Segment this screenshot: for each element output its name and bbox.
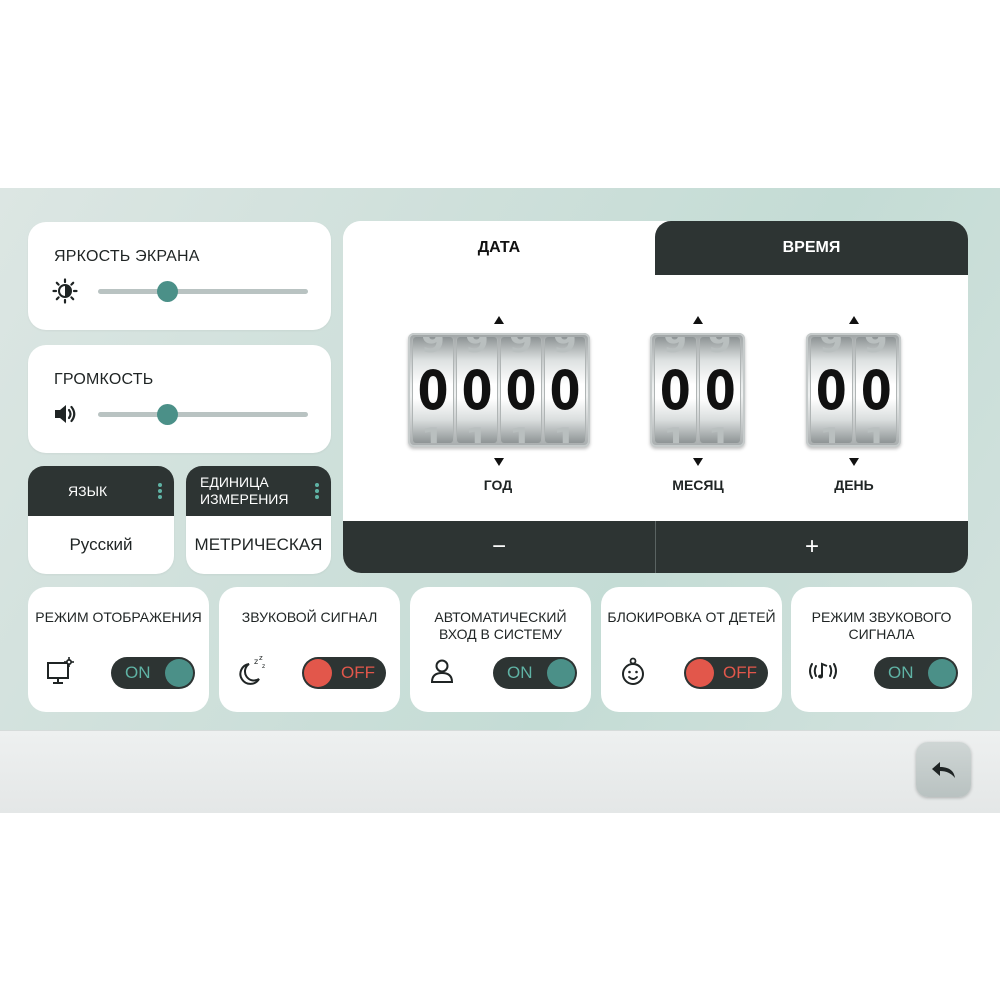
brightness-label: ЯРКОСТЬ ЭКРАНА <box>54 248 200 265</box>
units-selector[interactable]: ЕДИНИЦА ИЗМЕРЕНИЯ МЕТРИЧЕСКАЯ <box>186 466 331 574</box>
toggle-state: ON <box>507 663 533 682</box>
toggle-card-sound-signal-mode: РЕЖИМ ЗВУКОВОГО СИГНАЛА ON <box>791 587 972 712</box>
toggle-title: БЛОКИРОВКА ОТ ДЕТЕЙ <box>607 609 776 625</box>
kebab-menu-icon[interactable] <box>315 483 319 501</box>
language-value: Русский <box>69 535 133 554</box>
toggle-title: РЕЖИМ ОТОБРАЖЕНИЯ <box>35 609 202 625</box>
month-label: МЕСЯЦ <box>672 477 724 493</box>
speaker-icon <box>55 405 76 423</box>
toggle-card-sound-signal: ЗВУКОВОЙ СИГНАЛ z z z OFF <box>219 587 400 712</box>
svg-text:z: z <box>262 663 265 670</box>
month-down-arrow[interactable] <box>693 458 703 466</box>
toggle-knob <box>686 659 714 687</box>
plus-button[interactable]: + <box>656 521 968 573</box>
year-roller[interactable]: 901 901 901 901 <box>408 333 590 447</box>
volume-slider-thumb[interactable] <box>157 404 179 425</box>
toggle-card-display-mode: РЕЖИМ ОТОБРАЖЕНИЯ ON <box>28 587 209 712</box>
units-header: ЕДИНИЦА ИЗМЕРЕНИЯ <box>186 466 331 516</box>
year-digit-3: 901 <box>500 337 542 443</box>
tab-time[interactable]: ВРЕМЯ <box>655 221 968 275</box>
tab-date[interactable]: ДАТА <box>343 221 655 275</box>
brightness-slider[interactable] <box>98 281 308 302</box>
toggle-title: ЗВУКОВОЙ СИГНАЛ <box>241 609 378 625</box>
toggle-knob <box>304 659 332 687</box>
bottom-bar <box>0 730 1000 813</box>
moon-sleep-icon: z z z <box>239 655 265 685</box>
brightness-card: ЯРКОСТЬ ЭКРАНА <box>28 222 331 330</box>
day-digit-1: 901 <box>810 337 853 443</box>
month-digit-2: 901 <box>698 337 741 443</box>
back-button[interactable] <box>916 742 971 797</box>
toggle-state: OFF <box>723 663 757 682</box>
day-down-arrow[interactable] <box>849 458 859 466</box>
display-mode-toggle[interactable]: ON <box>111 657 195 689</box>
units-value: МЕТРИЧЕСКАЯ <box>194 535 323 554</box>
volume-slider[interactable] <box>98 404 308 425</box>
toggle-state: ON <box>888 663 914 682</box>
undo-arrow-icon <box>931 761 955 778</box>
language-label: ЯЗЫК <box>68 482 108 499</box>
toggle-state: ON <box>125 663 151 682</box>
year-digit-1: 901 <box>412 337 454 443</box>
svg-text:z: z <box>259 655 263 662</box>
language-header: ЯЗЫК <box>28 466 174 516</box>
toggle-card-child-lock: БЛОКИРОВКА ОТ ДЕТЕЙ OFF <box>601 587 782 712</box>
month-digit-1: 901 <box>654 337 697 443</box>
year-down-arrow[interactable] <box>494 458 504 466</box>
toggle-title: АВТОМАТИЧЕСКИЙ ВХОД В СИСТЕМУ <box>434 609 567 642</box>
auto-login-toggle[interactable]: ON <box>493 657 577 689</box>
year-digit-4: 901 <box>544 337 586 443</box>
month-roller[interactable]: 901 901 <box>650 333 745 447</box>
year-digit-2: 901 <box>456 337 498 443</box>
brightness-slider-thumb[interactable] <box>157 281 179 302</box>
brightness-icon <box>52 278 78 304</box>
sound-signal-toggle[interactable]: OFF <box>302 657 386 689</box>
toggle-knob <box>928 659 956 687</box>
toggle-knob <box>165 659 193 687</box>
year-up-arrow[interactable] <box>494 316 504 324</box>
language-selector[interactable]: ЯЗЫК Русский <box>28 466 174 574</box>
volume-card: ГРОМКОСТЬ <box>28 345 331 453</box>
toggle-knob <box>547 659 575 687</box>
monitor-settings-icon <box>47 657 74 684</box>
day-roller[interactable]: 901 901 <box>806 333 901 447</box>
svg-text:z: z <box>254 657 258 666</box>
units-label: ЕДИНИЦА ИЗМЕРЕНИЯ <box>200 466 288 516</box>
year-label: ГОД <box>483 477 513 493</box>
baby-icon <box>622 657 644 685</box>
toggle-title: РЕЖИМ ЗВУКОВОГО СИГНАЛА <box>811 609 952 642</box>
day-up-arrow[interactable] <box>849 316 859 324</box>
month-up-arrow[interactable] <box>693 316 703 324</box>
day-label: ДЕНЬ <box>834 477 874 493</box>
units-label-line1: ЕДИНИЦА <box>200 474 269 490</box>
day-digit-2: 901 <box>854 337 897 443</box>
volume-label: ГРОМКОСТЬ <box>54 371 154 388</box>
sound-signal-mode-toggle[interactable]: ON <box>874 657 958 689</box>
datetime-panel: ДАТА ВРЕМЯ 901 901 901 901 ГОД 901 901 М… <box>343 221 968 573</box>
units-label-line2: ИЗМЕРЕНИЯ <box>200 491 289 507</box>
minus-button[interactable]: − <box>343 521 655 573</box>
kebab-menu-icon[interactable] <box>158 483 162 501</box>
toggle-card-auto-login: АВТОМАТИЧЕСКИЙ ВХОД В СИСТЕМУ ON <box>410 587 591 712</box>
music-note-waves-icon <box>809 662 837 679</box>
user-icon <box>430 659 454 683</box>
child-lock-toggle[interactable]: OFF <box>684 657 768 689</box>
toggle-state: OFF <box>341 663 375 682</box>
